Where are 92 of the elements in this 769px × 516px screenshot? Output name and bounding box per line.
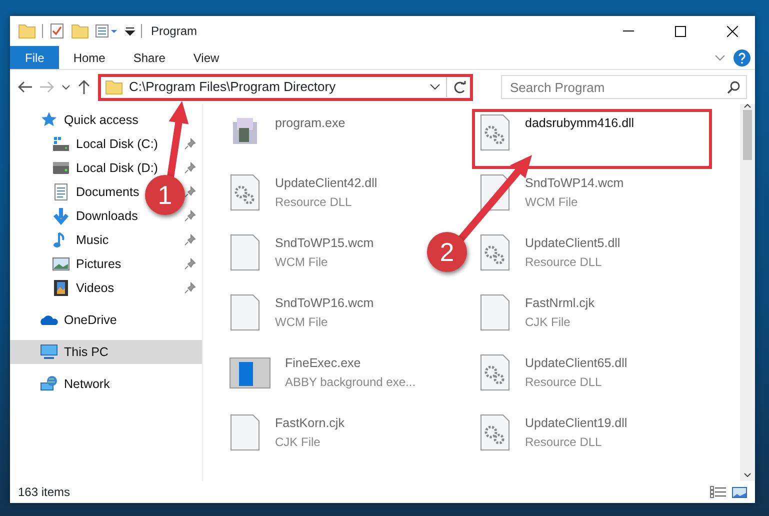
- scroll-up-icon[interactable]: [744, 104, 751, 108]
- file-name: SndToWP16.wcm: [275, 295, 374, 312]
- file-name: FastNrml.cjk: [525, 295, 594, 312]
- ribbon-tab[interactable]: File: [10, 46, 60, 69]
- file-name: UpdateClient65.dll: [525, 355, 628, 372]
- file-name: dadsrubymm416.dll: [525, 115, 634, 132]
- network-icon: [40, 375, 58, 393]
- file-item[interactable]: UpdateClient5.dll Resource DLL: [473, 230, 626, 290]
- window-title: Program: [151, 23, 198, 40]
- file-item[interactable]: program.exe: [223, 110, 352, 170]
- up-icon[interactable]: [78, 80, 90, 94]
- nav-item[interactable]: Downloads: [76, 206, 138, 226]
- gear-file-icon: [479, 354, 511, 392]
- nav-item[interactable]: Music: [76, 230, 109, 250]
- file-type: Resource DLL: [525, 434, 603, 451]
- file-icon: [229, 414, 261, 452]
- file-type: CJK File: [275, 434, 322, 451]
- chevron-icon[interactable]: [715, 54, 725, 60]
- folder-icon: [105, 78, 123, 96]
- download-icon: [52, 207, 70, 225]
- file-item[interactable]: SndToWP16.wcm WCM File: [223, 290, 380, 350]
- nav-item[interactable]: Pictures: [76, 254, 122, 274]
- ribbon-tab[interactable]: View: [179, 46, 234, 69]
- ribbon-tab[interactable]: Home: [59, 46, 120, 69]
- file-item[interactable]: dadsrubymm416.dll: [473, 110, 711, 168]
- dropdown-icon[interactable]: [430, 84, 440, 90]
- file-name: SndToWP15.wcm: [275, 235, 374, 252]
- computer-icon: [40, 343, 58, 361]
- file-item[interactable]: FineExec.exe ABBY background exe...: [223, 350, 422, 410]
- file-type: ABBY background exe...: [285, 374, 416, 391]
- file-item[interactable]: FastNrml.cjk CJK File: [473, 290, 600, 350]
- file-type: Resource DLL: [525, 374, 603, 391]
- file-type: CJK File: [525, 314, 572, 331]
- nav-item[interactable]: OneDrive: [64, 310, 117, 330]
- refresh-icon[interactable]: [453, 80, 466, 94]
- gear-file-icon: [479, 234, 511, 272]
- drive-icon: [52, 135, 70, 153]
- file-name: UpdateClient5.dll: [525, 235, 620, 252]
- ribbon-tab[interactable]: Share: [119, 46, 180, 69]
- file-item[interactable]: UpdateClient19.dll Resource DLL: [473, 410, 634, 470]
- file-name: FastKorn.cjk: [275, 415, 344, 432]
- details-view-icon[interactable]: [710, 486, 726, 498]
- scroll-thumb[interactable]: [743, 110, 752, 160]
- maximize-icon: [674, 26, 686, 36]
- folder-icon: [18, 22, 36, 40]
- file-item[interactable]: UpdateClient42.dll Resource DLL: [223, 170, 384, 230]
- file-name: SndToWP14.wcm: [525, 175, 624, 192]
- picture-icon: [52, 255, 70, 273]
- document-icon: [52, 183, 70, 201]
- nav-item[interactable]: Quick access: [64, 110, 138, 130]
- file-type: WCM File: [525, 194, 579, 211]
- nav-item[interactable]: Videos: [76, 278, 114, 298]
- file-type: WCM File: [275, 314, 329, 331]
- scroll-down-icon[interactable]: [744, 473, 751, 477]
- file-item[interactable]: FastKorn.cjk CJK File: [223, 410, 350, 470]
- file-name: UpdateClient42.dll: [275, 175, 378, 192]
- nav-item[interactable]: This PC: [64, 342, 108, 362]
- help-icon[interactable]: [733, 48, 751, 66]
- file-type: Resource DLL: [525, 254, 603, 271]
- file-icon: [229, 234, 261, 272]
- nav-item[interactable]: Network: [64, 374, 110, 394]
- item-count: 163 items: [18, 484, 70, 501]
- file-icon: [229, 294, 261, 332]
- file-type: WCM File: [275, 254, 329, 271]
- film-icon: [52, 279, 70, 297]
- file-type: Resource DLL: [275, 194, 353, 211]
- drive-icon: [52, 159, 70, 177]
- gear-file-icon: [479, 114, 511, 152]
- file-icon: [479, 294, 511, 332]
- properties-icon[interactable]: [49, 22, 65, 40]
- gear-file-icon: [229, 174, 261, 212]
- file-name: FineExec.exe: [285, 355, 362, 372]
- file-name: UpdateClient19.dll: [525, 415, 628, 432]
- recent-icon[interactable]: [62, 84, 70, 90]
- search-field[interactable]: Search Program: [501, 75, 747, 99]
- scrollbar[interactable]: [740, 104, 755, 481]
- star-icon: [40, 111, 58, 129]
- minimize-icon: [622, 30, 634, 32]
- nav-item[interactable]: Documents: [76, 182, 140, 202]
- back-icon[interactable]: [18, 81, 32, 93]
- nav-item[interactable]: Local Disk (D:): [76, 158, 158, 178]
- search-icon: [727, 80, 741, 94]
- nav-item[interactable]: Local Disk (C:): [76, 134, 158, 154]
- thumbnail-view-icon[interactable]: [732, 486, 747, 498]
- file-item[interactable]: SndToWP15.wcm WCM File: [223, 230, 380, 290]
- file-name: program.exe: [275, 115, 346, 132]
- file-item[interactable]: UpdateClient65.dll Resource DLL: [473, 350, 634, 410]
- address-path: C:\Program Files\Program Directory: [129, 78, 337, 96]
- view-icon[interactable]: [95, 22, 119, 40]
- address-bar[interactable]: C:\Program Files\Program Directory: [98, 74, 473, 100]
- gear-file-icon: [479, 414, 511, 452]
- close-icon: [726, 26, 738, 36]
